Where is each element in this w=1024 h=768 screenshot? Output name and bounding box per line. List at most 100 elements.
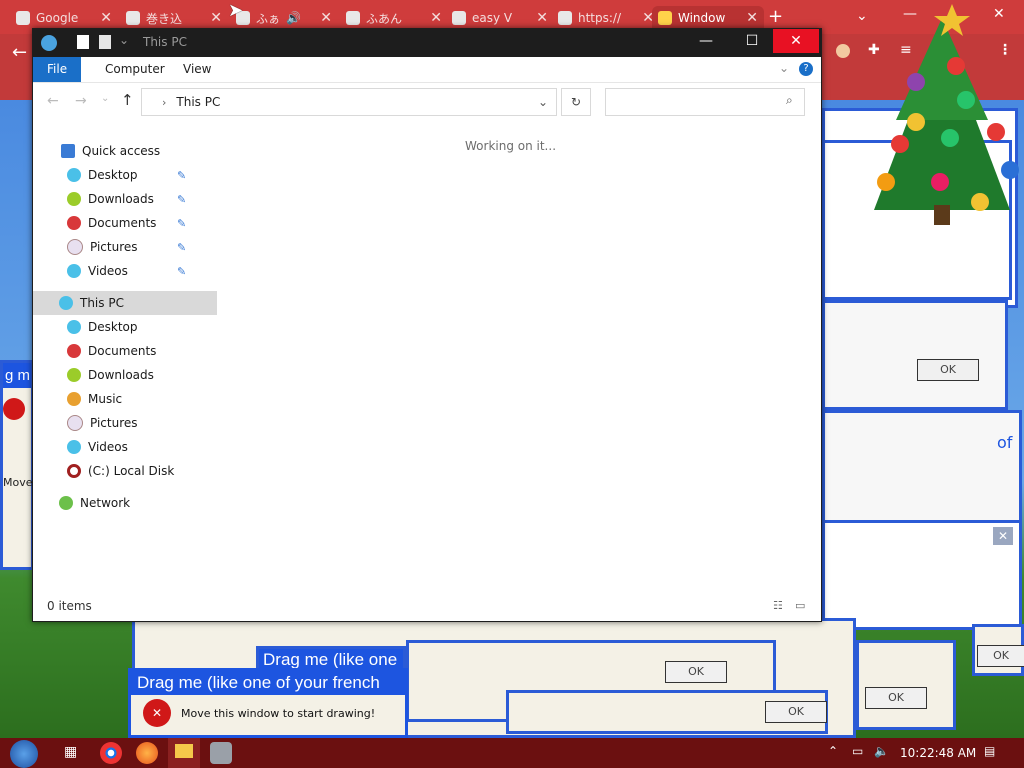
navigation-row: ← → ⌄ ↑ › This PC ⌄ ↻ ⌕ bbox=[33, 83, 821, 123]
tab-computer[interactable]: Computer bbox=[91, 57, 179, 82]
ok-button[interactable]: OK bbox=[765, 701, 827, 723]
title-bar[interactable]: ⌄ This PC — ☐ ✕ bbox=[33, 29, 821, 57]
pin-icon: ✎ bbox=[177, 264, 187, 278]
navigation-pane: Quick access Desktop ✎ Downloads ✎ Documen… bbox=[33, 125, 217, 595]
close-icon[interactable]: ✕ bbox=[100, 10, 112, 26]
ok-button[interactable]: OK bbox=[665, 661, 727, 683]
chevron-down-icon[interactable]: ⌄ bbox=[119, 33, 129, 47]
popup-text-fragment: of bbox=[997, 433, 1013, 452]
nav-item-pc-documents[interactable]: Documents bbox=[33, 339, 225, 363]
nav-label: Videos bbox=[88, 264, 128, 278]
chevron-down-icon[interactable]: ⌄ bbox=[538, 95, 548, 109]
speaker-icon: 🔊 bbox=[286, 11, 301, 25]
popup-window: OK bbox=[856, 640, 956, 730]
search-input[interactable]: ⌕ bbox=[605, 88, 805, 116]
avatar-icon bbox=[126, 11, 140, 25]
google-icon bbox=[558, 11, 572, 25]
nav-item-pictures[interactable]: Pictures ✎ bbox=[33, 235, 225, 259]
pictures-icon bbox=[67, 239, 83, 255]
details-view-icon[interactable]: ☷ bbox=[773, 599, 783, 612]
avatar[interactable] bbox=[836, 44, 850, 58]
error-icon: ✕ bbox=[143, 699, 171, 727]
pictures-icon bbox=[67, 415, 83, 431]
file-explorer-taskbar-button[interactable] bbox=[168, 738, 200, 768]
nav-item-pc-desktop[interactable]: Desktop bbox=[33, 315, 225, 339]
tab-view[interactable]: View bbox=[169, 57, 225, 82]
close-icon[interactable]: ✕ bbox=[536, 10, 548, 26]
firefox-icon[interactable] bbox=[136, 742, 158, 764]
nav-label: Downloads bbox=[88, 192, 154, 206]
popup-window: OK bbox=[972, 624, 1024, 676]
close-icon[interactable]: ✕ bbox=[430, 10, 442, 26]
close-button[interactable]: ✕ bbox=[773, 29, 819, 53]
properties-icon[interactable] bbox=[77, 35, 89, 49]
popup-window: Drag me (like one of your french ✕ Move … bbox=[128, 668, 408, 738]
ribbon: File Computer View ⌄ ? bbox=[33, 57, 821, 83]
this-pc-icon bbox=[59, 296, 73, 310]
back-arrow-icon[interactable]: ← bbox=[12, 42, 27, 63]
new-tab-button[interactable]: + bbox=[768, 6, 783, 27]
task-view-icon[interactable]: ▦ bbox=[64, 744, 77, 760]
refresh-button[interactable]: ↻ bbox=[561, 88, 591, 116]
address-bar[interactable]: › This PC ⌄ bbox=[141, 88, 557, 116]
google-icon bbox=[452, 11, 466, 25]
clock[interactable]: 10:22:48 AM bbox=[900, 746, 976, 760]
nav-item-pc-pictures[interactable]: Pictures bbox=[33, 411, 225, 435]
volume-icon[interactable]: 🔈 bbox=[874, 744, 889, 758]
large-icons-view-icon[interactable]: ▭ bbox=[795, 599, 805, 612]
popup-message: Move this window to start drawing! bbox=[181, 706, 376, 720]
browser-tab[interactable]: ふあん ✕ bbox=[340, 6, 448, 30]
back-arrow-icon[interactable]: ← bbox=[47, 93, 59, 109]
ok-button[interactable]: OK bbox=[917, 359, 979, 381]
browser-tab[interactable]: Google ✕ bbox=[10, 6, 118, 30]
browser-tab[interactable]: easy V ✕ bbox=[446, 6, 554, 30]
nav-item-network[interactable]: Network bbox=[33, 491, 217, 515]
popup-title[interactable]: Drag me (like one of your french bbox=[131, 671, 405, 695]
browser-tab[interactable]: https://✕ bbox=[552, 6, 660, 30]
ok-button[interactable]: OK bbox=[977, 645, 1024, 667]
close-icon[interactable]: ✕ bbox=[210, 10, 222, 26]
nav-item-pc-downloads[interactable]: Downloads bbox=[33, 363, 225, 387]
nav-item-local-disk[interactable]: (C:) Local Disk bbox=[33, 459, 225, 483]
nav-item-pc-videos[interactable]: Videos bbox=[33, 435, 225, 459]
forward-arrow-icon[interactable]: → bbox=[75, 93, 87, 109]
item-count: 0 items bbox=[47, 599, 92, 613]
google-icon bbox=[16, 11, 30, 25]
search-icon: ⌕ bbox=[786, 93, 793, 107]
minimize-button[interactable]: — bbox=[683, 29, 729, 53]
control-panel-icon[interactable] bbox=[210, 742, 232, 764]
browser-tab-active[interactable]: Window ✕ bbox=[652, 6, 764, 30]
browser-tab[interactable]: 巻き込 ✕ bbox=[120, 6, 228, 30]
start-button[interactable] bbox=[10, 740, 38, 768]
chevron-up-icon[interactable]: ⌃ bbox=[828, 744, 838, 758]
nav-item-desktop[interactable]: Desktop ✎ bbox=[33, 163, 225, 187]
nav-label: Quick access bbox=[82, 144, 161, 158]
tab-label: ふぁ bbox=[256, 11, 281, 26]
maximize-button[interactable]: ☐ bbox=[729, 29, 775, 53]
close-icon[interactable]: ✕ bbox=[746, 10, 758, 26]
nav-item-documents[interactable]: Documents ✎ bbox=[33, 211, 225, 235]
close-icon[interactable]: ✕ bbox=[993, 527, 1013, 545]
nav-label: Videos bbox=[88, 440, 128, 454]
tab-label: ふあん bbox=[366, 11, 403, 26]
close-icon[interactable]: ✕ bbox=[320, 10, 332, 26]
network-icon[interactable]: ▭ bbox=[852, 744, 863, 758]
popup-title: g m bbox=[3, 363, 31, 388]
windows-icon bbox=[658, 11, 672, 25]
expand-ribbon-icon[interactable]: ⌄ bbox=[779, 61, 789, 75]
nav-item-this-pc[interactable]: This PC bbox=[33, 291, 217, 315]
help-icon[interactable]: ? bbox=[799, 62, 813, 76]
new-folder-icon[interactable] bbox=[99, 35, 111, 49]
tab-file[interactable]: File bbox=[33, 57, 82, 82]
nav-item-pc-music[interactable]: Music bbox=[33, 387, 225, 411]
nav-item-videos[interactable]: Videos ✎ bbox=[33, 259, 225, 283]
notification-icon[interactable]: ▤ bbox=[984, 744, 995, 758]
up-arrow-icon[interactable]: ↑ bbox=[121, 91, 134, 109]
browser-tab[interactable]: ふぁ 🔊 ✕ bbox=[230, 6, 338, 30]
downloads-icon bbox=[67, 368, 81, 382]
nav-item-quick-access[interactable]: Quick access bbox=[33, 139, 219, 163]
nav-item-downloads[interactable]: Downloads ✎ bbox=[33, 187, 225, 211]
chrome-icon[interactable] bbox=[100, 742, 122, 764]
ok-button[interactable]: OK bbox=[865, 687, 927, 709]
recent-locations-icon[interactable]: ⌄ bbox=[101, 93, 109, 104]
